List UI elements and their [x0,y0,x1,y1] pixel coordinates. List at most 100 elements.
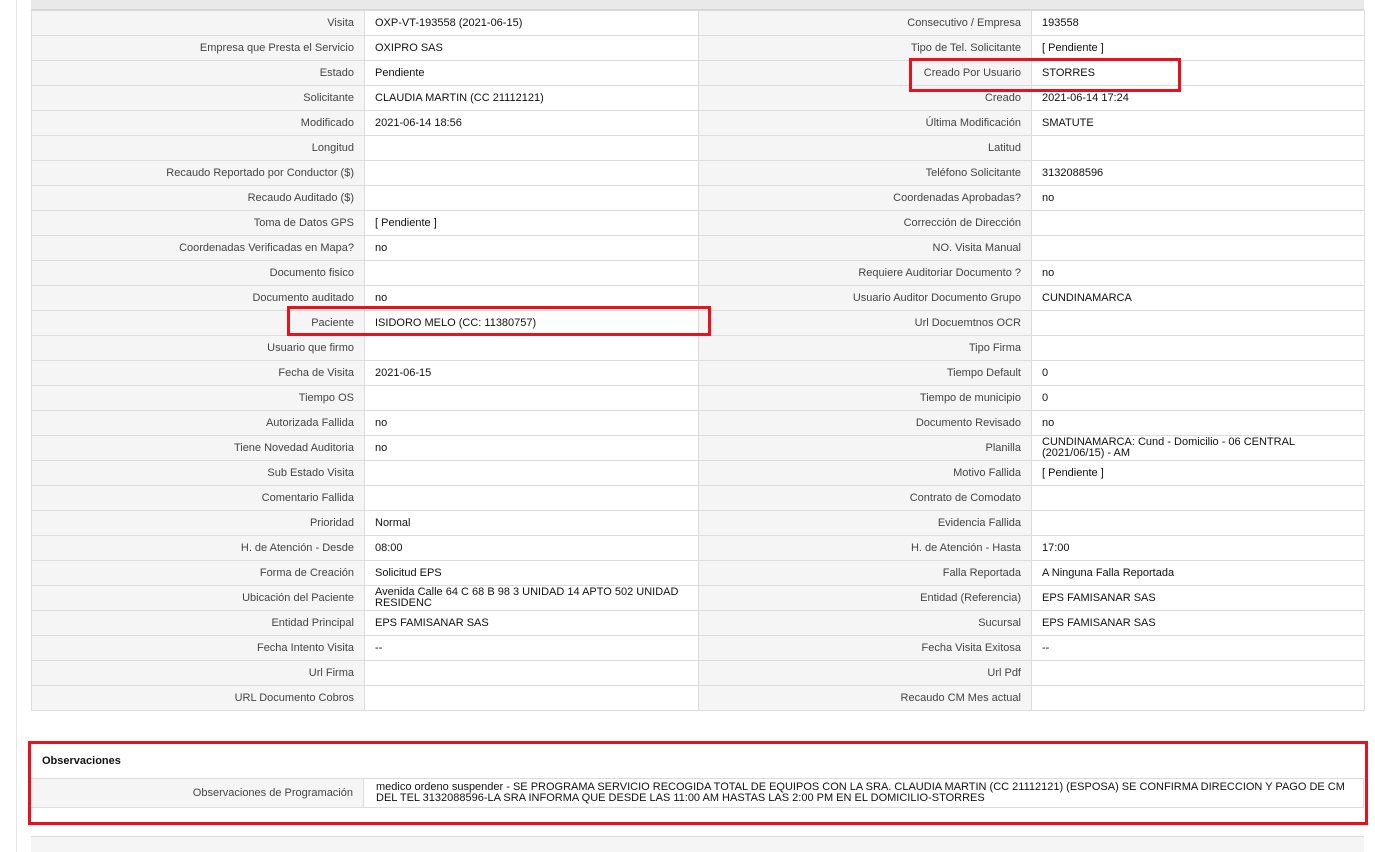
observaciones-section: Observaciones Observaciones de Programac… [31,744,1364,808]
field-value: CLAUDIA MARTIN (CC 21112121) [365,86,699,110]
field-value [1032,211,1365,235]
field-label: Sub Estado Visita [32,461,365,485]
field-label: Longitud [32,136,365,160]
field-value [365,261,699,285]
field-label: Usuario Auditor Documento Grupo [699,286,1032,310]
field-value: SMATUTE [1032,111,1365,135]
field-label: Fecha de Visita [32,361,365,385]
field-value: 2021-06-14 17:24 [1032,86,1365,110]
detail-row: Tiene Novedad Auditoria no Planilla CUNDIN… [32,436,1365,461]
field-label: Usuario que firmo [32,336,365,360]
field-value: A Ninguna Falla Reportada [1032,561,1365,585]
field-value: OXIPRO SAS [365,36,699,60]
detail-row: Url Firma Url Pdf [32,661,1365,686]
field-label: Modificado [32,111,365,135]
field-label: Coordenadas Verificadas en Mapa? [32,236,365,260]
field-label: Documento auditado [32,286,365,310]
field-label: Falla Reportada [699,561,1032,585]
field-value: no [1032,261,1365,285]
field-label: Consecutivo / Empresa [699,11,1032,35]
field-value: [ Pendiente ] [1032,36,1365,60]
field-label: Requiere Auditoriar Documento ? [699,261,1032,285]
field-label: Empresa que Presta el Servicio [32,36,365,60]
visit-detail-page: Visita OXP-VT-193558 (2021-06-15) Consecut… [0,0,1375,852]
field-label: Sucursal [699,611,1032,635]
field-value: [ Pendiente ] [365,211,699,235]
field-label: Autorizada Fallida [32,411,365,435]
field-value: CUNDINAMARCA [1032,286,1365,310]
field-label: Paciente [32,311,365,335]
detail-row: Fecha Intento Visita -- Fecha Visita Exit… [32,636,1365,661]
detail-row: Empresa que Presta el Servicio OXIPRO SAS… [32,36,1365,61]
field-value [1032,511,1365,535]
left-divider [16,0,17,852]
detail-row: Entidad Principal EPS FAMISANAR SAS Sucurs… [32,611,1365,636]
field-label: Estado [32,61,365,85]
field-label: H. de Atención - Hasta [699,536,1032,560]
field-value [365,186,699,210]
observaciones-row: Observaciones de Programación medico ord… [31,779,1364,808]
field-value: no [365,411,699,435]
field-label: Entidad (Referencia) [699,586,1032,610]
field-label: Tipo Firma [699,336,1032,360]
detail-row: Visita OXP-VT-193558 (2021-06-15) Consecut… [32,11,1365,36]
field-value: no [1032,186,1365,210]
field-label: H. de Atención - Desde [32,536,365,560]
field-value: EPS FAMISANAR SAS [365,611,699,635]
field-value [1032,336,1365,360]
field-label: Toma de Datos GPS [32,211,365,235]
field-label: Planilla [699,436,1032,460]
field-value: [ Pendiente ] [1032,461,1365,485]
field-value: Normal [365,511,699,535]
field-label: Creado Por Usuario [699,61,1032,85]
field-label: Comentario Fallida [32,486,365,510]
field-value: -- [365,636,699,660]
field-value [365,461,699,485]
field-value [365,386,699,410]
field-label: URL Documento Cobros [32,686,365,710]
field-label: Motivo Fallida [699,461,1032,485]
field-label: Documento Revisado [699,411,1032,435]
field-value: 0 [1032,361,1365,385]
detail-row: Forma de Creación Solicitud EPS Falla Repo… [32,561,1365,586]
field-value: 3132088596 [1032,161,1365,185]
field-label: Latitud [699,136,1032,160]
field-value: EPS FAMISANAR SAS [1032,586,1365,610]
field-value: 08:00 [365,536,699,560]
detail-row: URL Documento Cobros Recaudo CM Mes actua… [32,686,1365,711]
observaciones-label: Observaciones de Programación [31,779,364,807]
detail-row: Solicitante CLAUDIA MARTIN (CC 21112121) C… [32,86,1365,111]
field-value: -- [1032,636,1365,660]
field-value [365,136,699,160]
observaciones-title: Observaciones [31,744,1364,779]
field-value: OXP-VT-193558 (2021-06-15) [365,11,699,35]
field-label: Url Docuemtnos OCR [699,311,1032,335]
field-label: Url Pdf [699,661,1032,685]
field-value: 2021-06-15 [365,361,699,385]
field-label: Tiene Novedad Auditoria [32,436,365,460]
field-label: Fecha Intento Visita [32,636,365,660]
field-value: STORRES [1032,61,1365,85]
detail-row: Tiempo OS Tiempo de municipio 0 [32,386,1365,411]
field-value [365,686,699,710]
detail-row: Modificado 2021-06-14 18:56 Última Modific… [32,111,1365,136]
field-value: 2021-06-14 18:56 [365,111,699,135]
field-value: 193558 [1032,11,1365,35]
detail-row: Fecha de Visita 2021-06-15 Tiempo Default… [32,361,1365,386]
detail-row: Ubicación del Paciente Avenida Calle 64 C… [32,586,1365,611]
detail-row: Recaudo Auditado ($) Coordenadas Aprobada… [32,186,1365,211]
field-label: Documento fisico [32,261,365,285]
panel-top-bar [31,0,1364,10]
field-label: Tiempo OS [32,386,365,410]
field-value [1032,236,1365,260]
field-label: Contrato de Comodato [699,486,1032,510]
detail-row: Longitud Latitud [32,136,1365,161]
field-value [1032,686,1365,710]
field-value [1032,136,1365,160]
field-label: Prioridad [32,511,365,535]
detail-row: Estado Pendiente Creado Por Usuario STORRES [32,61,1365,86]
detail-row: Recaudo Reportado por Conductor ($) Teléf… [32,161,1365,186]
detail-row: Sub Estado Visita Motivo Fallida[ Pendien… [32,461,1365,486]
observaciones-value: medico ordeno suspender - SE PROGRAMA SE… [364,779,1364,807]
field-value: Pendiente [365,61,699,85]
